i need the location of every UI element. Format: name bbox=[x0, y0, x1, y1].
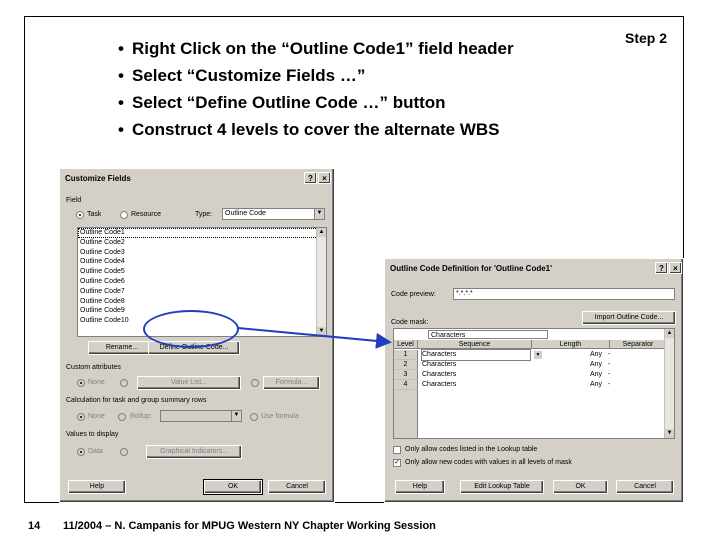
footer-text: 11/2004 – N. Campanis for MPUG Western N… bbox=[63, 520, 436, 532]
callout-arrow bbox=[237, 327, 392, 349]
page-number: 14 bbox=[28, 520, 41, 532]
